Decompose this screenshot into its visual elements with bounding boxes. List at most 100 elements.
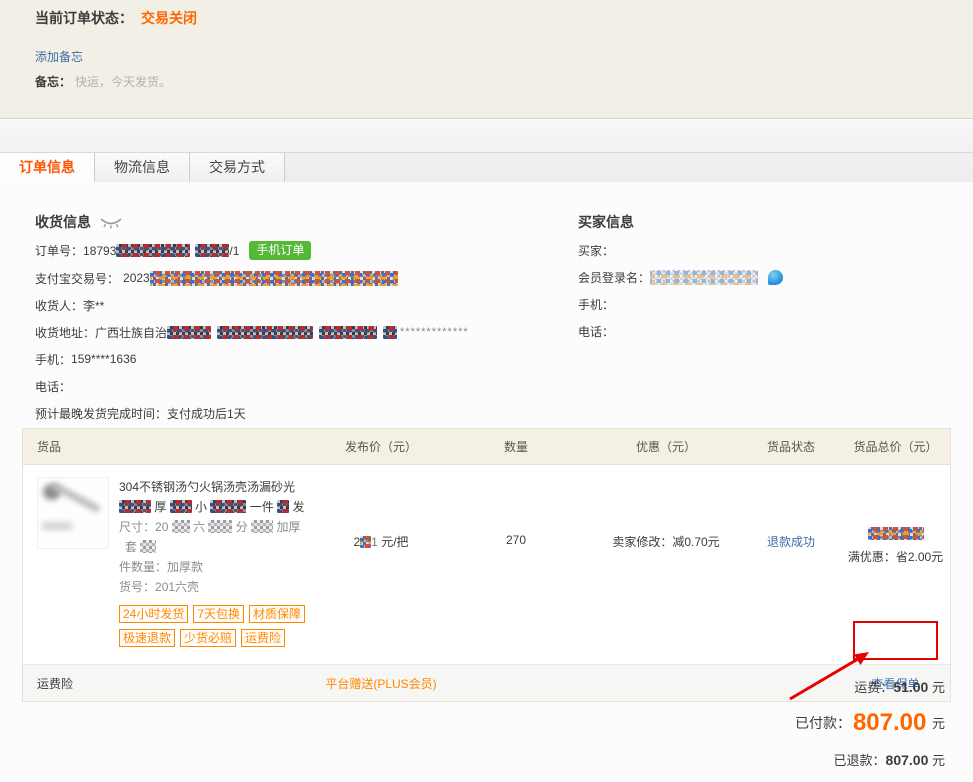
header-discount: 优惠（元） bbox=[591, 438, 741, 455]
buyer-telephone-label: 电话： bbox=[578, 323, 614, 340]
buyer-info-title: 买家信息 bbox=[578, 212, 938, 232]
quantity-cell: 270 bbox=[441, 465, 591, 547]
mobile-label: 手机： bbox=[35, 351, 71, 368]
alipay-number-prefix: 2023 bbox=[123, 271, 150, 285]
paid-amount-row: 已付款：807.00 元 bbox=[795, 709, 945, 737]
tab-logistics-info[interactable]: 物流信息 bbox=[95, 153, 190, 183]
goods-table-row: 304不锈钢汤勺火锅汤壳汤漏砂光 厚 小 一件 发 尺寸：20 bbox=[23, 465, 950, 664]
eta-label: 预计最晚发货完成时间： bbox=[35, 405, 167, 422]
pieces-value: 加厚款 bbox=[167, 560, 203, 574]
censored-spec-text bbox=[251, 520, 273, 533]
order-status-line: 当前订单状态： 交易关闭 bbox=[35, 8, 197, 28]
member-login-row: 会员登录名： bbox=[578, 268, 938, 286]
header-goods: 货品 bbox=[23, 438, 321, 455]
order-number-prefix: 18793 bbox=[83, 244, 116, 258]
product-pieces-line: 件数量：加厚款 bbox=[119, 557, 319, 577]
closed-eye-icon[interactable] bbox=[99, 216, 123, 229]
censored-address bbox=[217, 326, 313, 339]
sku-value: 201六壳 bbox=[155, 580, 199, 594]
product-spec-line: 尺寸：20 六 分 加厚 套 bbox=[119, 517, 319, 557]
censored-title-text bbox=[119, 500, 151, 513]
product-title-line1: 304不锈钢汤勺火锅汤壳汤漏砂光 bbox=[119, 480, 295, 494]
header-goods-total: 货品总价（元） bbox=[841, 438, 950, 455]
service-tags: 24小时发货7天包换材质保障 极速退款少货必赔运费险 bbox=[119, 604, 319, 652]
product-title[interactable]: 304不锈钢汤勺火锅汤壳汤漏砂光 厚 小 一件 发 bbox=[119, 477, 319, 517]
memo-line: 备忘： 快运，今天发货。 bbox=[35, 73, 171, 90]
discount-cell: 卖家修改：减0.70元 bbox=[591, 465, 741, 550]
goods-total-cell: 满优惠：省2.00元 bbox=[841, 465, 950, 565]
buyer-row: 买家： bbox=[578, 241, 938, 259]
order-totals: 运费：51.00 元 已付款：807.00 元 已退款：807.00 元 bbox=[795, 677, 945, 782]
tab-bar: 订单信息 物流信息 交易方式 bbox=[0, 120, 973, 182]
insurance-label: 运费险 bbox=[23, 675, 321, 692]
alipay-number-row: 支付宝交易号： 2023 bbox=[35, 269, 555, 287]
member-login-label: 会员登录名： bbox=[578, 269, 650, 286]
censored-title-text bbox=[170, 500, 192, 513]
paid-amount-unit: 元 bbox=[932, 716, 945, 731]
promo-label: 满优惠： bbox=[848, 550, 896, 564]
spec-fragment: 加厚 bbox=[276, 520, 300, 534]
product-sku-line: 货号：201六壳 bbox=[119, 577, 319, 597]
product-image[interactable] bbox=[37, 477, 109, 549]
telephone-label: 电话： bbox=[35, 378, 71, 395]
memo-value: 快运，今天发货。 bbox=[75, 75, 171, 89]
receiver-value: 李** bbox=[83, 297, 104, 314]
tab-order-info[interactable]: 订单信息 bbox=[0, 153, 95, 183]
refund-amount-row: 已退款：807.00 元 bbox=[795, 750, 945, 769]
censored-spec-text bbox=[172, 520, 190, 533]
buyer-mobile-row: 手机： bbox=[578, 295, 938, 313]
address-row: 收货地址： 广西壮族自治 ************* bbox=[35, 323, 555, 341]
spec-fragment: 六 bbox=[193, 520, 205, 534]
memo-label: 备忘： bbox=[35, 75, 71, 89]
order-status-label: 当前订单状态： bbox=[35, 10, 133, 26]
price-tail: 1 bbox=[371, 535, 378, 549]
censored-alipay-number bbox=[150, 271, 398, 286]
shipping-fee-value: 51.00 bbox=[893, 679, 928, 695]
mobile-order-badge: 手机订单 bbox=[249, 241, 311, 260]
receiver-label: 收货人： bbox=[35, 297, 83, 314]
buyer-telephone-row: 电话： bbox=[578, 322, 938, 340]
product-title-fragment: 小 bbox=[195, 500, 207, 514]
shipping-fee-label: 运费： bbox=[854, 680, 893, 695]
refund-amount-value: 807.00 bbox=[886, 752, 929, 768]
order-status-value: 交易关闭 bbox=[141, 10, 197, 26]
buyer-mobile-label: 手机： bbox=[578, 296, 614, 313]
order-status-section: 当前订单状态： 交易关闭 添加备忘 备忘： 快运，今天发货。 bbox=[0, 0, 973, 119]
tabs-row: 订单信息 物流信息 交易方式 bbox=[0, 152, 973, 182]
header-publish-price: 发布价（元） bbox=[321, 438, 441, 455]
wangwang-icon[interactable] bbox=[768, 270, 783, 285]
spec-fragment: 分 bbox=[236, 520, 248, 534]
censored-spec-text bbox=[140, 540, 156, 553]
add-memo-link[interactable]: 添加备忘 bbox=[35, 48, 83, 65]
price-unit: 元/把 bbox=[381, 535, 408, 549]
censored-member-login bbox=[650, 270, 758, 285]
mobile-value: 159****1636 bbox=[71, 352, 136, 366]
header-quantity: 数量 bbox=[441, 438, 591, 455]
refund-status-link[interactable]: 退款成功 bbox=[767, 535, 815, 549]
paid-amount-value: 807.00 bbox=[853, 709, 926, 736]
censored-order-number bbox=[195, 244, 229, 257]
address-label: 收货地址： bbox=[35, 324, 95, 341]
pieces-label: 件数量： bbox=[119, 560, 167, 574]
shipping-fee-unit: 元 bbox=[932, 680, 945, 695]
publish-price-cell: 21 元/把 bbox=[321, 465, 441, 550]
service-tag: 材质保障 bbox=[249, 605, 305, 623]
alipay-number-label: 支付宝交易号： bbox=[35, 270, 119, 287]
receiver-row: 收货人： 李** bbox=[35, 296, 555, 314]
promo-value: 省2.00元 bbox=[896, 550, 943, 564]
order-detail-page: 当前订单状态： 交易关闭 添加备忘 备忘： 快运，今天发货。 订单信息 物流信息 交… bbox=[0, 0, 973, 782]
shipping-fee-row: 运费：51.00 元 bbox=[795, 677, 945, 696]
shipping-info-section: 收货信息 订单号： 18793 /1 手机订单 支付宝交易号： 2023 bbox=[35, 212, 555, 422]
insurance-gift-text: 平台赠送(PLUS会员) bbox=[321, 675, 441, 692]
order-number-row: 订单号： 18793 /1 手机订单 bbox=[35, 241, 555, 260]
refund-amount-unit: 元 bbox=[932, 753, 945, 768]
censored-address bbox=[383, 326, 397, 339]
censored-title-text bbox=[277, 500, 289, 513]
shipping-info-title: 收货信息 bbox=[35, 212, 91, 232]
service-tag: 24小时发货 bbox=[119, 605, 188, 623]
blurred-image-content bbox=[42, 522, 72, 530]
spec-fragment: 20 bbox=[155, 520, 168, 534]
product-title-fragment: 一件 bbox=[250, 500, 274, 514]
promo-line: 满优惠：省2.00元 bbox=[841, 548, 950, 565]
tab-trade-method[interactable]: 交易方式 bbox=[190, 153, 285, 183]
